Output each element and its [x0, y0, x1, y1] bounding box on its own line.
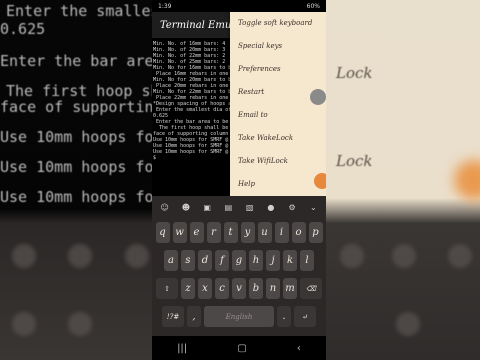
- bg-text: Use 10mm hoops for: [0, 188, 152, 206]
- status-time: 1:39: [158, 2, 172, 10]
- bg-text: Enter the smallest: [6, 2, 152, 20]
- bg-text: Lock: [336, 152, 373, 170]
- sticker-icon[interactable]: ☻: [179, 203, 193, 212]
- menu-item-take-wifilock[interactable]: Take WifiLock: [230, 150, 326, 173]
- key-t[interactable]: t: [223, 222, 238, 243]
- key-a[interactable]: a: [164, 250, 178, 271]
- key-c[interactable]: c: [215, 278, 229, 299]
- key-x[interactable]: x: [198, 278, 212, 299]
- keyboard-row-1: qwertyuiop: [152, 222, 326, 243]
- key-d[interactable]: d: [198, 250, 212, 271]
- bg-text: Use 10mm hoops for: [0, 158, 152, 176]
- bg-blur: [12, 312, 36, 336]
- key-o[interactable]: o: [291, 222, 306, 243]
- home-icon[interactable]: ▢: [237, 343, 246, 354]
- menu-item-special-keys[interactable]: Special keys: [230, 35, 326, 58]
- bg-blur: [448, 244, 472, 268]
- bg-text: Lock: [336, 64, 373, 82]
- comma-key[interactable]: ,: [187, 306, 201, 327]
- orange-fab-icon[interactable]: [314, 173, 326, 189]
- keyboard-row-3: ⇧ zxcvbnm ⌫: [152, 278, 326, 299]
- gray-fab-icon[interactable]: [310, 89, 326, 105]
- key-z[interactable]: z: [181, 278, 195, 299]
- background-left: Enter the smallest 0.625 Enter the bar a…: [0, 0, 152, 360]
- keyboard: qwertyuiop asdfghjkl ⇧ zxcvbnm ⌫ !?# , E…: [152, 218, 326, 336]
- phone-screen: 1:39 60% Terminal Emulator Min. No. of 1…: [152, 0, 326, 360]
- menu-item-email-to[interactable]: Email to: [230, 104, 326, 127]
- bg-text: face of supporting: [0, 98, 152, 116]
- keyboard-row-2: asdfghjkl: [152, 250, 326, 271]
- enter-key[interactable]: ↵: [294, 306, 316, 327]
- bg-blur: [392, 244, 416, 268]
- shift-key[interactable]: ⇧: [156, 278, 178, 299]
- menu-item-help[interactable]: Help: [230, 173, 326, 196]
- back-icon[interactable]: ‹: [297, 343, 301, 354]
- space-key[interactable]: English: [204, 306, 274, 327]
- key-i[interactable]: i: [274, 222, 289, 243]
- symbols-key[interactable]: !?#: [162, 306, 184, 327]
- key-u[interactable]: u: [257, 222, 272, 243]
- recents-icon[interactable]: |||: [177, 343, 187, 354]
- mic-icon[interactable]: ●: [264, 203, 278, 212]
- key-m[interactable]: m: [283, 278, 297, 299]
- key-w[interactable]: w: [172, 222, 187, 243]
- bg-blur: [68, 312, 92, 336]
- key-v[interactable]: v: [232, 278, 246, 299]
- key-g[interactable]: g: [232, 250, 246, 271]
- letter-keys: zxcvbnm: [181, 278, 297, 299]
- settings-icon[interactable]: ⚙: [285, 203, 299, 212]
- key-j[interactable]: j: [266, 250, 280, 271]
- status-battery: 60%: [306, 2, 320, 10]
- bg-blur: [454, 160, 480, 200]
- emoji-icon[interactable]: ☺: [158, 203, 172, 212]
- bg-blur: [340, 244, 364, 268]
- key-y[interactable]: y: [240, 222, 255, 243]
- bg-blur: [68, 244, 92, 268]
- key-r[interactable]: r: [206, 222, 221, 243]
- backspace-key[interactable]: ⌫: [300, 278, 322, 299]
- key-e[interactable]: e: [189, 222, 204, 243]
- bg-text: Use 10mm hoops for: [0, 128, 152, 146]
- key-p[interactable]: p: [308, 222, 323, 243]
- bg-text: Enter the bar area: [0, 52, 152, 70]
- key-b[interactable]: b: [249, 278, 263, 299]
- gif-icon[interactable]: ▣: [200, 203, 214, 212]
- bg-text: 0.625: [0, 20, 46, 38]
- image-icon[interactable]: ▧: [243, 203, 257, 212]
- chevron-down-icon[interactable]: ⌄: [306, 203, 320, 212]
- key-n[interactable]: n: [266, 278, 280, 299]
- key-l[interactable]: l: [300, 250, 314, 271]
- navigation-bar: ||| ▢ ‹: [152, 336, 326, 360]
- keyboard-toolbar: ☺ ☻ ▣ ▤ ▧ ● ⚙ ⌄: [152, 196, 326, 218]
- key-f[interactable]: f: [215, 250, 229, 271]
- bg-blur: [12, 244, 36, 268]
- key-q[interactable]: q: [155, 222, 170, 243]
- key-h[interactable]: h: [249, 250, 263, 271]
- key-s[interactable]: s: [181, 250, 195, 271]
- period-key[interactable]: .: [277, 306, 291, 327]
- menu-item-take-wakelock[interactable]: Take WakeLock: [230, 127, 326, 150]
- menu-item-preferences[interactable]: Preferences: [230, 58, 326, 81]
- menu-item-toggle-soft-keyboard[interactable]: Toggle soft keyboard: [230, 12, 326, 35]
- bg-blur: [125, 244, 149, 268]
- bg-blur: [396, 312, 420, 336]
- overflow-menu: Toggle soft keyboard Special keys Preferen…: [230, 12, 326, 196]
- background-right: Lock Lock: [326, 0, 480, 360]
- keyboard-row-4: !?# , English . ↵: [152, 306, 326, 327]
- key-k[interactable]: k: [283, 250, 297, 271]
- clipboard-icon[interactable]: ▤: [221, 203, 235, 212]
- status-bar: 1:39 60%: [152, 0, 326, 12]
